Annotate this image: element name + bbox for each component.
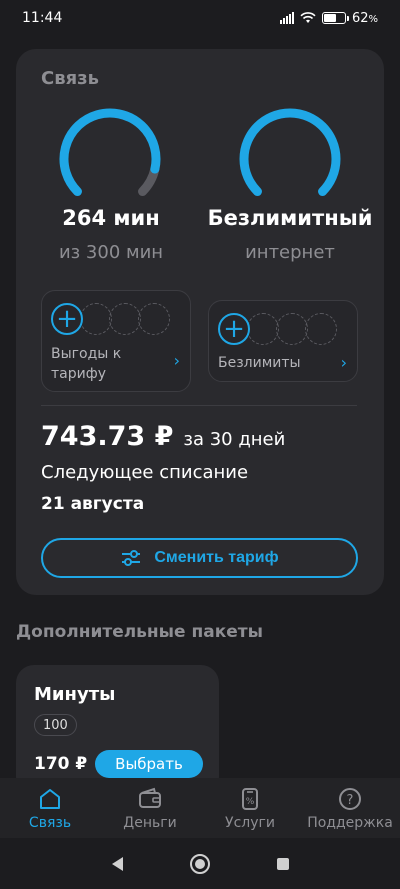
internet-value: Безлимитный: [207, 206, 373, 230]
internet-gauge: [235, 107, 345, 197]
plus-icon: +: [218, 313, 250, 345]
empty-slot-icon: [80, 303, 112, 335]
unlimited-benefits-label: Безлимиты: [218, 355, 301, 371]
next-charge-label: Следующее списание: [41, 462, 249, 483]
change-tariff-label: Сменить тариф: [154, 549, 279, 566]
empty-slot-icon: [109, 303, 141, 335]
tariff-period: за 30 дней: [183, 429, 286, 450]
status-time: 11:44: [22, 10, 63, 26]
minutes-sub: из 300 мин: [58, 242, 164, 263]
unlimited-benefits-card[interactable]: + Безлимиты ›: [208, 300, 358, 382]
minutes-value: 264 мин: [62, 206, 160, 230]
back-icon[interactable]: [109, 855, 125, 873]
connection-card: Связь 264 мин из 300 мин Безлимитный инт…: [16, 49, 384, 595]
plus-icon: +: [51, 303, 83, 335]
home-button-icon[interactable]: [189, 853, 211, 875]
system-nav: [0, 838, 400, 889]
gauge-fill: [59, 108, 161, 197]
nav-item-services[interactable]: % Услуги: [200, 778, 300, 838]
package-title: Минуты: [34, 684, 116, 705]
nav-item-money[interactable]: Деньги: [100, 778, 200, 838]
sliders-icon: [122, 550, 141, 566]
tariff-benefits-label: Выгоды к тарифу: [51, 346, 122, 382]
svg-text:%: %: [246, 797, 255, 807]
chevron-right-icon: ›: [173, 351, 180, 370]
benefit-icons: +: [218, 313, 337, 345]
next-charge-date: 21 августа: [41, 494, 145, 514]
internet-sub: интернет: [245, 242, 335, 263]
minutes-gauge: [55, 107, 165, 197]
nav-label: Услуги: [225, 814, 275, 831]
status-bar: 11:44 62%: [0, 0, 400, 36]
packages-section-title: Дополнительные пакеты: [16, 622, 264, 642]
status-icons: 62%: [279, 10, 378, 26]
svg-text:?: ?: [347, 793, 354, 808]
nav-item-connection[interactable]: Связь: [0, 778, 100, 838]
wallet-icon: [139, 787, 161, 808]
help-icon: ?: [339, 787, 361, 810]
divider: [41, 405, 357, 406]
signal-icon: [279, 12, 294, 24]
battery-icon: [321, 12, 349, 24]
nav-label: Деньги: [123, 814, 177, 831]
package-price: 170 ₽: [34, 754, 88, 774]
chevron-right-icon: ›: [340, 353, 347, 372]
recents-icon[interactable]: [275, 856, 291, 872]
empty-slot-icon: [138, 303, 170, 335]
empty-slot-icon: [247, 313, 279, 345]
nav-item-support[interactable]: ? Поддержка: [300, 778, 400, 838]
package-amount-chip: 100: [34, 714, 77, 736]
battery-level: 62: [351, 10, 369, 26]
card-title: Связь: [41, 68, 99, 89]
tariff-benefits-card[interactable]: + Выгоды к тарифу ›: [41, 290, 191, 392]
nav-label: Связь: [28, 814, 72, 831]
change-tariff-button[interactable]: Сменить тариф: [41, 538, 358, 578]
home-icon: [40, 788, 60, 809]
bottom-nav: Связь Деньги % Услуги ? Поддержка: [0, 778, 400, 838]
wifi-icon: [300, 12, 316, 23]
services-icon: %: [242, 787, 258, 810]
package-card-minutes[interactable]: Минуты 100 170 ₽ Выбрать: [16, 665, 219, 795]
price-row: 743.73 ₽ за 30 дней: [41, 421, 285, 452]
empty-slot-icon: [305, 313, 337, 345]
nav-label: Поддержка: [307, 814, 393, 831]
tariff-price: 743.73 ₽: [41, 421, 174, 452]
empty-slot-icon: [276, 313, 308, 345]
gauge-fill: [239, 108, 341, 197]
select-package-button[interactable]: Выбрать: [95, 750, 203, 778]
benefit-icons: +: [51, 303, 170, 335]
